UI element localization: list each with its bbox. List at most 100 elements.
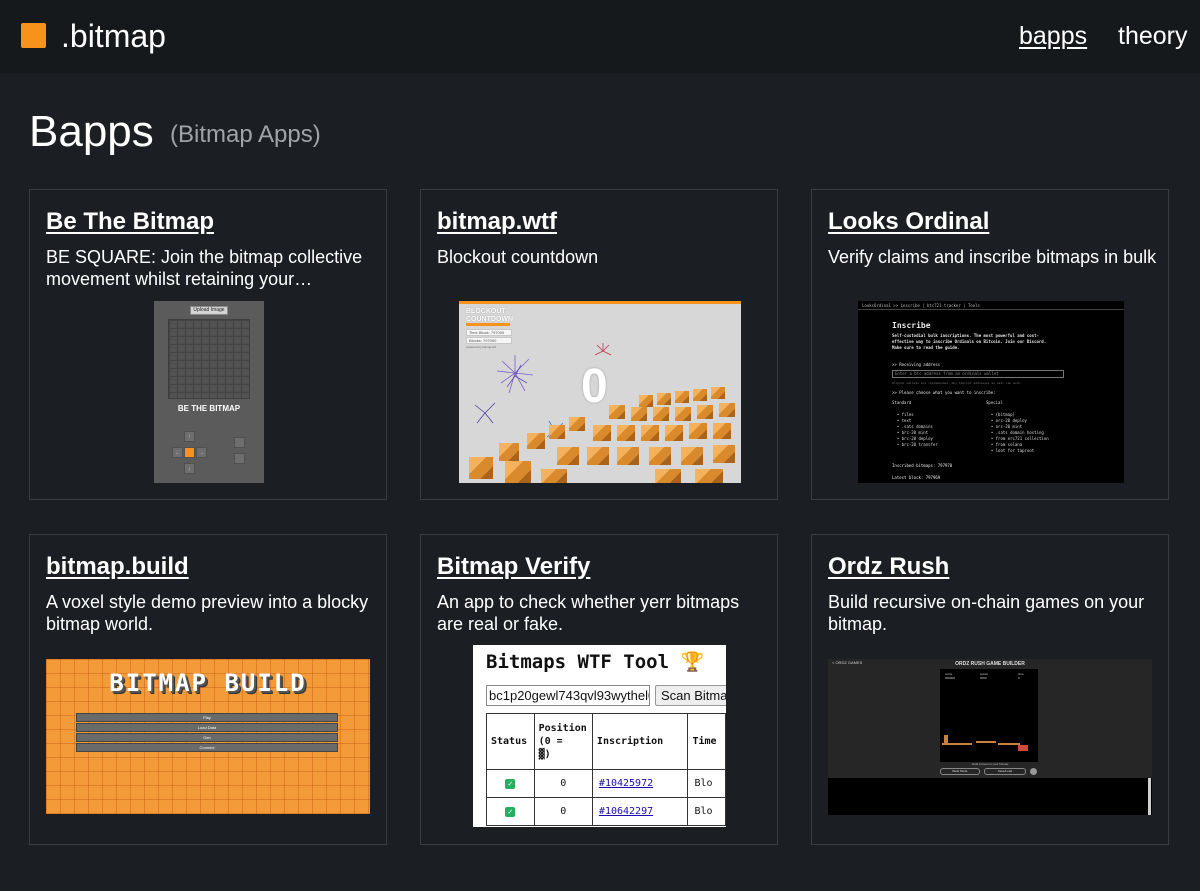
app-preview-image[interactable]: Bitmaps WTF Tool 🏆 bc1p20gewl743qvl93wyt…	[473, 645, 726, 827]
inscription-link: #10425972	[598, 778, 654, 789]
orange-cube	[617, 425, 635, 441]
card-description: Build recursive on-chain games on your b…	[828, 592, 1145, 634]
arrow-right-icon: →	[199, 450, 204, 456]
platform	[942, 743, 972, 745]
countdown-digit: 0	[581, 360, 608, 413]
table-row: ✓ 0 #10642297 Blo	[486, 797, 726, 826]
app-card-bitmap-wtf[interactable]: bitmap.wtf Blockout countdown BLOCKOUT C…	[420, 189, 778, 500]
status-text: build a level on your bitmap	[971, 762, 1009, 766]
card-title-link[interactable]: Ordz Rush	[828, 552, 949, 582]
goal-block	[1018, 745, 1028, 751]
app-preview-image[interactable]: BITMAP BUILD Play Load Data Gen Connect	[46, 659, 370, 814]
app-card-ordz-rush[interactable]: Ordz Rush Build recursive on-chain games…	[811, 534, 1169, 845]
card-description: Blockout countdown	[437, 247, 599, 267]
app-card-bitmap-verify[interactable]: Bitmap Verify An app to check whether ye…	[420, 534, 778, 845]
card-description: A voxel style demo preview into a blocky…	[46, 592, 369, 634]
wall-block	[944, 735, 948, 743]
build-mode-button: Build Mode	[940, 768, 980, 775]
position-cell: 0	[533, 797, 593, 826]
address-input: bc1p20gewl743qvl93wythel0	[486, 685, 650, 706]
app-card-looks-ordinal[interactable]: Looks Ordinal Verify claims and inscribe…	[811, 189, 1169, 500]
valid-check-icon: ✓	[505, 807, 516, 817]
orange-cube	[653, 407, 669, 421]
orange-cube	[557, 447, 579, 465]
card-description: An app to check whether yerr bitmaps are…	[437, 592, 740, 634]
arrow-up-icon: ↑	[188, 434, 191, 440]
page-subtitle: (Bitmap Apps)	[170, 121, 321, 148]
inscription-link: #10642297	[598, 806, 654, 817]
scan-bitmap-button: Scan Bitmap	[655, 685, 726, 706]
orange-cube	[719, 403, 735, 417]
orange-cube	[689, 423, 707, 439]
orange-cube	[649, 447, 671, 465]
orange-cube	[695, 469, 723, 483]
orange-cube	[549, 425, 565, 439]
help-icon	[1030, 768, 1037, 775]
column-header: Inscription	[591, 713, 689, 770]
scrollbar	[1148, 778, 1151, 815]
hud-points: points 0000	[980, 672, 989, 680]
site-logo-text[interactable]: .bitmap	[61, 16, 166, 56]
column-header: Time	[687, 713, 726, 770]
load-data-button: Load Data	[76, 723, 338, 732]
pixel-grid	[168, 319, 250, 399]
page-title: Bapps	[29, 107, 154, 156]
top-bar: .bitmap bapps theory	[0, 0, 1200, 73]
orange-cube	[617, 447, 639, 465]
card-description: Verify claims and inscribe bitmaps in bu…	[828, 247, 1157, 267]
connect-button: Connect	[76, 743, 338, 752]
bitmap-logo-icon[interactable]	[21, 23, 46, 48]
upload-image-button: Upload Image	[190, 306, 228, 315]
valid-check-icon: ✓	[505, 779, 516, 789]
app-preview-image[interactable]: Upload Image BE THE BITMAP ↑ ← → ↓	[154, 301, 264, 483]
standard-list: Standard • files • text • .sats domains …	[892, 400, 938, 447]
gen-button: Gen	[76, 733, 338, 742]
orange-cube	[587, 447, 609, 465]
table-row: ✓ 0 #10425972 Blo	[486, 769, 726, 798]
choose-label: >> Please choose what you want to inscri…	[892, 390, 996, 395]
orange-cube	[639, 395, 653, 407]
app-card-be-the-bitmap[interactable]: Be The Bitmap BE SQUARE: Join the bitmap…	[29, 189, 387, 500]
arrow-left-icon: ←	[175, 450, 180, 456]
orange-cube	[665, 425, 683, 441]
card-title-link[interactable]: bitmap.build	[46, 552, 189, 582]
side-key-bottom	[234, 453, 245, 464]
orange-cube	[505, 461, 531, 483]
orange-cube	[641, 425, 659, 441]
card-title-link[interactable]: bitmap.wtf	[437, 207, 557, 237]
orange-cube	[657, 393, 671, 405]
receiving-address-input: Enter a btc address from an ordinals wal…	[892, 370, 1064, 378]
card-description: BE SQUARE: Join the bitmap collective mo…	[46, 247, 363, 289]
orange-cube	[713, 423, 731, 439]
app-card-bitmap-build[interactable]: bitmap.build A voxel style demo preview …	[29, 534, 387, 845]
orange-cube	[609, 405, 625, 419]
card-title-link[interactable]: Be The Bitmap	[46, 207, 214, 237]
orange-cube	[593, 425, 611, 441]
side-key-top	[234, 437, 245, 448]
preview-nav: LooksOrdinal >> inscribe | btc721 tracke…	[858, 301, 1124, 310]
time-cell: Blo	[687, 797, 726, 826]
orange-cube	[697, 405, 713, 419]
column-header: Status	[486, 713, 535, 770]
orange-cube	[675, 391, 689, 403]
orange-cube	[527, 433, 545, 449]
orange-cube	[711, 387, 725, 399]
receiving-address-label: >> Receiving address	[892, 362, 941, 367]
tool-title: Bitmaps WTF Tool 🏆	[486, 651, 705, 673]
app-preview-image[interactable]: < ORDZ GAMES ORDZ RUSH GAME BUILDER coin…	[828, 659, 1152, 815]
intro-line: Make sure to read the guide.	[892, 345, 960, 350]
hud-time: time 0	[1018, 672, 1024, 680]
nav-link-bapps[interactable]: bapps	[1019, 20, 1087, 52]
app-preview-image[interactable]: LooksOrdinal >> inscribe | btc721 tracke…	[858, 301, 1124, 483]
nav-link-theory[interactable]: theory	[1118, 20, 1187, 52]
app-preview-image[interactable]: BLOCKOUT COUNTDOWN Time Block: 797000 Bl…	[459, 301, 741, 483]
results-table: Status Position (0 = ▓) Inscription Time…	[486, 713, 726, 826]
card-title-link[interactable]: Looks Ordinal	[828, 207, 989, 237]
platform	[976, 741, 996, 743]
special-list: Special • {bitmap} • orc-20 deploy • orc…	[986, 400, 1049, 453]
center-key	[184, 447, 195, 458]
inscribed-count: Inscribed bitmaps: 797970	[892, 463, 953, 468]
card-title-link[interactable]: Bitmap Verify	[437, 552, 590, 582]
orange-cube	[675, 407, 691, 421]
orange-cube	[499, 443, 519, 461]
